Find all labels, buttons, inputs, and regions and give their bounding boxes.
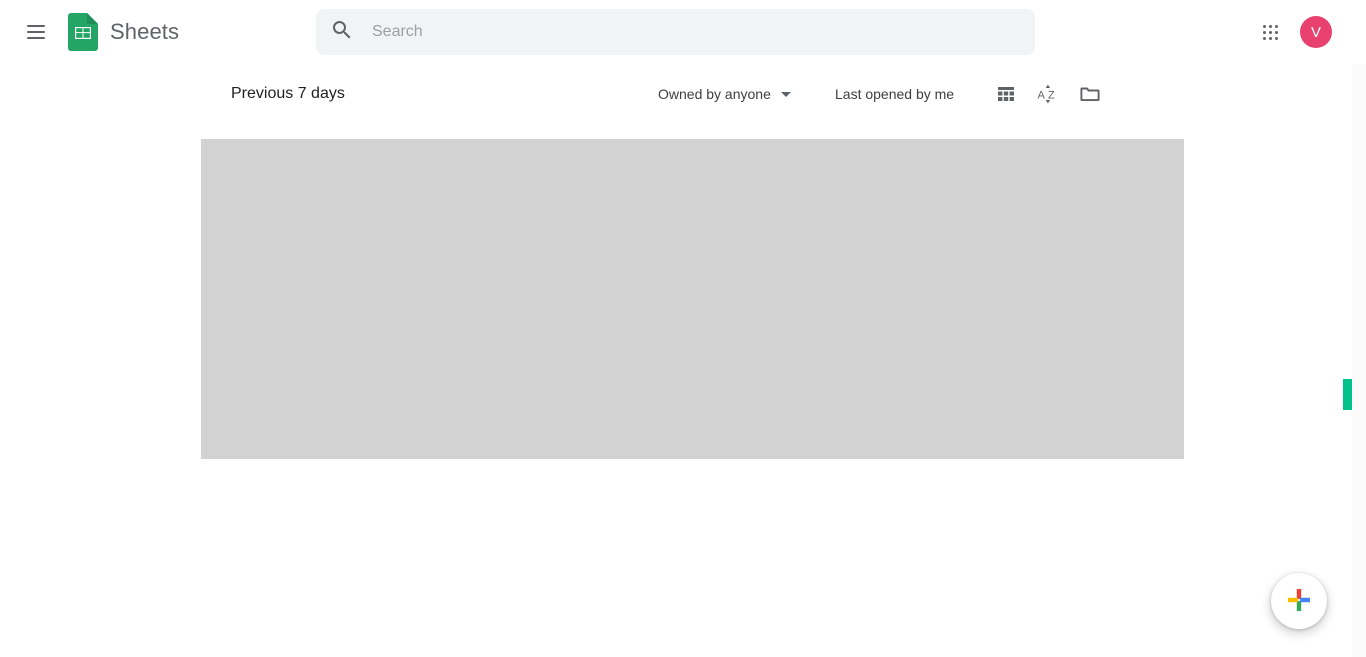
hamburger-line: [27, 31, 45, 33]
apps-dot: [1274, 24, 1278, 28]
apps-dot: [1268, 36, 1272, 40]
google-sheets-logo-icon: [68, 13, 98, 51]
page-title: Sheets: [110, 19, 180, 44]
apps-dot: [1268, 24, 1272, 28]
app-header: Sheets V: [0, 0, 1366, 64]
chevron-down-icon: [780, 91, 791, 97]
apps-dot: [1262, 30, 1266, 34]
grid-view-icon[interactable]: [988, 76, 1024, 112]
page-scrollbar-track[interactable]: [1343, 64, 1366, 657]
avatar[interactable]: V: [1300, 16, 1332, 48]
search-input[interactable]: [372, 9, 1021, 55]
folder-icon[interactable]: [1072, 76, 1108, 112]
google-plus-create-icon: [1285, 586, 1313, 617]
apps-dot: [1268, 30, 1272, 34]
apps-dot: [1274, 30, 1278, 34]
apps-dot: [1262, 36, 1266, 40]
files-toolbar: Previous 7 days Owned by anyone Last ope…: [0, 76, 1366, 112]
sort-a-z-icon[interactable]: A Z: [1030, 76, 1066, 112]
search-icon: [330, 18, 372, 47]
google-apps-grid-icon[interactable]: [1252, 14, 1288, 50]
owner-filter-dropdown[interactable]: Owned by anyone: [658, 76, 791, 112]
apps-dot: [1262, 24, 1266, 28]
brand-logo-link[interactable]: Sheets: [68, 13, 180, 51]
sort-order-label[interactable]: Last opened by me: [835, 76, 954, 112]
hamburger-line: [27, 37, 45, 39]
create-new-spreadsheet-button[interactable]: [1271, 573, 1327, 629]
section-title: Previous 7 days: [231, 85, 345, 102]
file-grid-placeholder: [201, 139, 1184, 459]
sheets-home-page: Sheets V: [0, 0, 1366, 657]
svg-text:A: A: [1038, 90, 1046, 102]
hamburger-line: [27, 25, 45, 27]
hamburger-menu-icon[interactable]: [18, 14, 54, 50]
owner-filter-label: Owned by anyone: [658, 86, 771, 102]
apps-dot: [1274, 36, 1278, 40]
page-scrollbar-thumb[interactable]: [1343, 379, 1352, 410]
svg-text:Z: Z: [1048, 90, 1055, 102]
search-bar[interactable]: [316, 9, 1035, 55]
apps-grid-dots: [1262, 24, 1278, 40]
